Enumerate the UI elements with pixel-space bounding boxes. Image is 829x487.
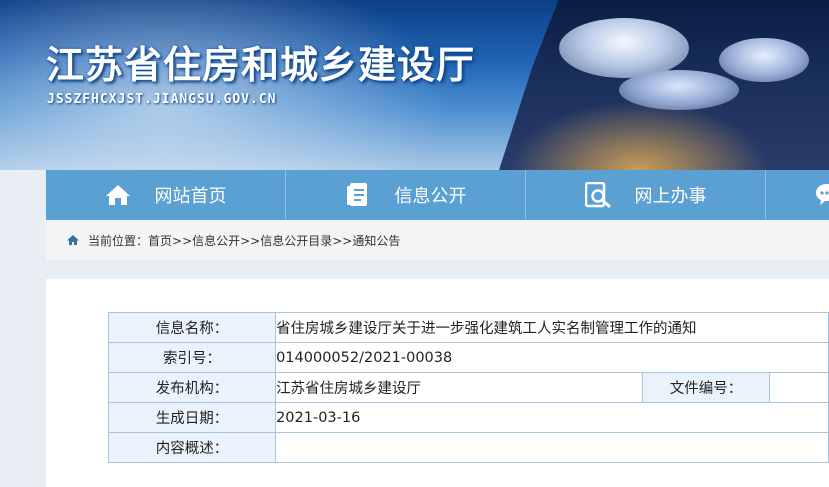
stadium-dome <box>559 18 689 78</box>
search-document-icon <box>584 182 611 208</box>
nav-item-info-public[interactable]: 信息公开 <box>286 170 526 220</box>
stadium-dome <box>719 38 809 82</box>
nav-item-label: 网上办事 <box>634 186 707 207</box>
nav-item-interaction[interactable] <box>766 170 829 220</box>
info-name-value: 省住房城乡建设厅关于进一步强化建筑工人实名制管理工作的通知 <box>275 312 829 343</box>
breadcrumb-prefix: 当前位置： <box>88 233 149 248</box>
table-row: 信息名称： 省住房城乡建设厅关于进一步强化建筑工人实名制管理工作的通知 <box>107 312 829 343</box>
main-nav: 网站首页 信息公开 网上办事 <box>46 170 829 220</box>
document-icon <box>345 182 371 208</box>
city-lights <box>509 100 769 170</box>
site-title[interactable]: 江苏省住房和城乡建设厅 <box>46 34 475 89</box>
document-number-label: 文件编号： <box>641 372 771 403</box>
table-row: 发布机构： 江苏省住房城乡建设厅 文件编号： <box>107 372 829 403</box>
nav-item-label: 信息公开 <box>394 186 467 207</box>
info-table: 信息名称： 省住房城乡建设厅关于进一步强化建筑工人实名制管理工作的通知 索引号：… <box>107 312 829 463</box>
nav-item-home[interactable]: 网站首页 <box>46 170 286 220</box>
table-row: 索引号： 014000052/2021-00038 <box>107 342 829 373</box>
table-row: 生成日期： 2021-03-16 <box>107 402 829 433</box>
publisher-label: 发布机构： <box>107 372 277 403</box>
date-value: 2021-03-16 <box>275 402 829 433</box>
publisher-value: 江苏省住房城乡建设厅 <box>275 372 643 403</box>
header-banner: 江苏省住房和城乡建设厅 JSSZFHCXJST.JIANGSU.GOV.CN <box>0 0 829 170</box>
nav-item-label: 网站首页 <box>154 186 227 207</box>
banner-cityscape-image <box>499 0 829 170</box>
home-icon <box>105 182 131 208</box>
chat-icon <box>814 182 829 208</box>
summary-label: 内容概述： <box>107 432 277 463</box>
breadcrumb-path[interactable]: 首页>>信息公开>>信息公开目录>>通知公告 <box>148 232 400 249</box>
date-label: 生成日期： <box>107 402 277 433</box>
index-number-label: 索引号： <box>107 342 277 373</box>
home-icon <box>66 234 80 246</box>
summary-value <box>275 432 829 463</box>
breadcrumb: 当前位置： 首页>>信息公开>>信息公开目录>>通知公告 <box>46 220 829 260</box>
table-row: 内容概述： <box>107 432 829 463</box>
site-url: JSSZFHCXJST.JIANGSU.GOV.CN <box>47 92 277 107</box>
info-name-label: 信息名称： <box>107 312 277 343</box>
document-number-value <box>769 372 829 403</box>
index-number-value: 014000052/2021-00038 <box>275 342 829 373</box>
nav-item-online-service[interactable]: 网上办事 <box>526 170 766 220</box>
content-panel: 信息名称： 省住房城乡建设厅关于进一步强化建筑工人实名制管理工作的通知 索引号：… <box>46 279 829 487</box>
